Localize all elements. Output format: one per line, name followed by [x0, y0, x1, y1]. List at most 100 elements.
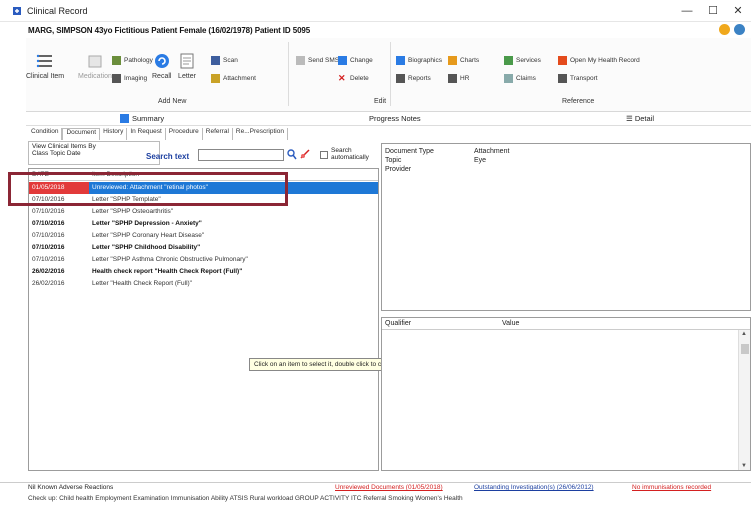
list-item[interactable]: 07/10/2016 Letter "SPHP Childhood Disabil…	[29, 242, 378, 254]
clear-search-icon[interactable]	[300, 149, 310, 160]
imaging-label: Imaging	[124, 75, 148, 82]
scan-icon	[211, 56, 220, 65]
reports-button[interactable]: Reports	[396, 74, 431, 83]
clinical-items-list: DATE Item Description 01/05/2018 Unreview…	[28, 168, 379, 471]
item-description: Letter "SPHP Childhood Disability"	[92, 244, 201, 251]
letter-icon	[180, 53, 194, 69]
item-date: 07/10/2016	[32, 220, 65, 227]
document-type-label: Document Type	[385, 148, 434, 155]
reports-label: Reports	[408, 75, 431, 82]
search-input[interactable]	[198, 149, 284, 161]
tab-document[interactable]: Document	[62, 128, 101, 140]
group-add-new: Add New	[158, 98, 187, 105]
list-item[interactable]: 07/10/2016 Letter "SPHP Coronary Heart Di…	[29, 230, 378, 242]
imaging-icon	[112, 74, 121, 83]
tab-history[interactable]: History	[100, 128, 128, 140]
banner-icons	[717, 24, 745, 37]
scroll-thumb[interactable]	[741, 344, 749, 354]
change-label: Change	[350, 57, 373, 64]
change-button[interactable]: Change	[338, 56, 373, 65]
imaging-button[interactable]: Imaging	[112, 74, 147, 83]
recall-label: Recall	[152, 73, 172, 80]
list-item[interactable]: 26/02/2016 Letter "Health Check Report (F…	[29, 278, 378, 290]
qualifier-column-header[interactable]: Qualifier	[385, 320, 411, 327]
provider-label: Provider	[385, 166, 412, 173]
scan-label: Scan	[223, 57, 238, 64]
clinical-item-button[interactable]: Clinical Item	[26, 52, 64, 80]
scroll-up-icon[interactable]: ▲	[741, 331, 747, 337]
filter-options[interactable]: Class Topic Date	[32, 150, 156, 157]
item-description: Letter "Health Check Report (Full)"	[92, 280, 192, 287]
open-health-record-button[interactable]: Open My Health Record	[558, 56, 640, 65]
scroll-down-icon[interactable]: ▼	[741, 463, 747, 469]
pathology-icon	[112, 56, 121, 65]
summary-icon	[120, 114, 129, 123]
vertical-scrollbar[interactable]: ▲ ▼	[738, 330, 750, 470]
detail-panel: Document Type Attachment Topic Eye Provi…	[381, 143, 751, 311]
tab-in-request[interactable]: In Request	[127, 128, 166, 140]
tab-prescription[interactable]: Re...Prescription	[233, 128, 288, 140]
charts-label: Charts	[460, 57, 480, 64]
tab-referral[interactable]: Referral	[203, 128, 233, 140]
value-column-header[interactable]: Value	[502, 320, 519, 327]
alert-icon[interactable]	[718, 24, 730, 35]
checkup-links[interactable]: Check up: Child health Employment Examin…	[0, 495, 751, 507]
attachment-button[interactable]: Attachment	[211, 74, 256, 83]
medication-icon	[88, 55, 102, 68]
search-icon[interactable]	[287, 149, 297, 160]
document-type-value: Attachment	[474, 148, 510, 155]
item-date: 07/10/2016	[32, 232, 65, 239]
summary-tab[interactable]: Summary	[120, 114, 164, 123]
list-item[interactable]: 07/10/2016 Letter "SPHP Osteoarthritis"	[29, 206, 378, 218]
maximize-button[interactable]: ☐	[700, 2, 726, 20]
unreviewed-documents-link[interactable]: Unreviewed Documents (01/05/2018)	[335, 484, 443, 491]
reports-icon	[396, 74, 405, 83]
close-button[interactable]: ✕	[725, 2, 751, 20]
progress-notes-tab[interactable]: Progress Notes	[369, 114, 421, 123]
recall-button[interactable]: Recall	[152, 52, 171, 80]
list-item[interactable]: 26/02/2016 Health check report "Health Ch…	[29, 266, 378, 278]
list-item[interactable]: 07/10/2016 Letter "SPHP Asthma Chronic Ob…	[29, 254, 378, 266]
hr-button[interactable]: HR	[448, 74, 469, 83]
search-automatically-checkbox[interactable]	[320, 151, 328, 159]
attachment-icon	[211, 74, 220, 83]
detail-tab[interactable]: ☰ Detail	[626, 114, 654, 123]
item-description: Letter "SPHP Coronary Heart Disease"	[92, 232, 205, 239]
delete-label: Delete	[350, 75, 369, 82]
item-date: 07/10/2016	[32, 256, 65, 263]
services-button[interactable]: Services	[504, 56, 541, 65]
minimize-button[interactable]: —	[674, 2, 700, 20]
detail-label: Detail	[634, 114, 654, 123]
highlight-annotation-box	[8, 172, 288, 206]
open-health-record-label: Open My Health Record	[570, 57, 640, 64]
medication-button[interactable]: Medication	[78, 52, 112, 80]
pathology-button[interactable]: Pathology	[112, 56, 153, 65]
tab-condition[interactable]: Condition	[28, 128, 63, 140]
view-by-filter: View Clinical Items By Class Topic Date	[28, 141, 160, 165]
clinical-item-label: Clinical Item	[26, 73, 65, 80]
biographics-button[interactable]: Biographics	[396, 56, 442, 65]
delete-button[interactable]: ✕ Delete	[338, 74, 369, 83]
ribbon-separator	[288, 42, 289, 106]
list-item[interactable]: 07/10/2016 Letter "SPHP Depression - Anxi…	[29, 218, 378, 230]
qualifier-panel: Qualifier Value ▲ ▼	[381, 317, 751, 471]
window-title: Clinical Record	[27, 6, 88, 16]
transport-button[interactable]: Transport	[558, 74, 598, 83]
scan-button[interactable]: Scan	[211, 56, 238, 65]
item-date: 07/10/2016	[32, 208, 65, 215]
letter-label: Letter	[178, 73, 196, 80]
delete-icon: ✕	[338, 73, 346, 83]
item-description: Letter "SPHP Asthma Chronic Obstructive …	[92, 256, 248, 263]
outstanding-investigations-link[interactable]: Outstanding Investigation(s) (26/06/2012…	[474, 484, 594, 491]
health-record-icon	[558, 56, 567, 65]
adverse-reactions-status[interactable]: Nil Known Adverse Reactions	[28, 484, 113, 491]
tab-procedure[interactable]: Procedure	[166, 128, 203, 140]
detail-icon: ☰	[626, 114, 635, 123]
clinical-tabs: Condition Document History In Request Pr…	[28, 128, 288, 140]
info-icon[interactable]	[734, 24, 745, 35]
letter-button[interactable]: Letter	[178, 52, 196, 80]
immunisations-status[interactable]: No immunisations recorded	[632, 484, 711, 491]
claims-button[interactable]: Claims	[504, 74, 536, 83]
charts-button[interactable]: Charts	[448, 56, 479, 65]
send-sms-button[interactable]: Send SMS	[296, 56, 339, 65]
